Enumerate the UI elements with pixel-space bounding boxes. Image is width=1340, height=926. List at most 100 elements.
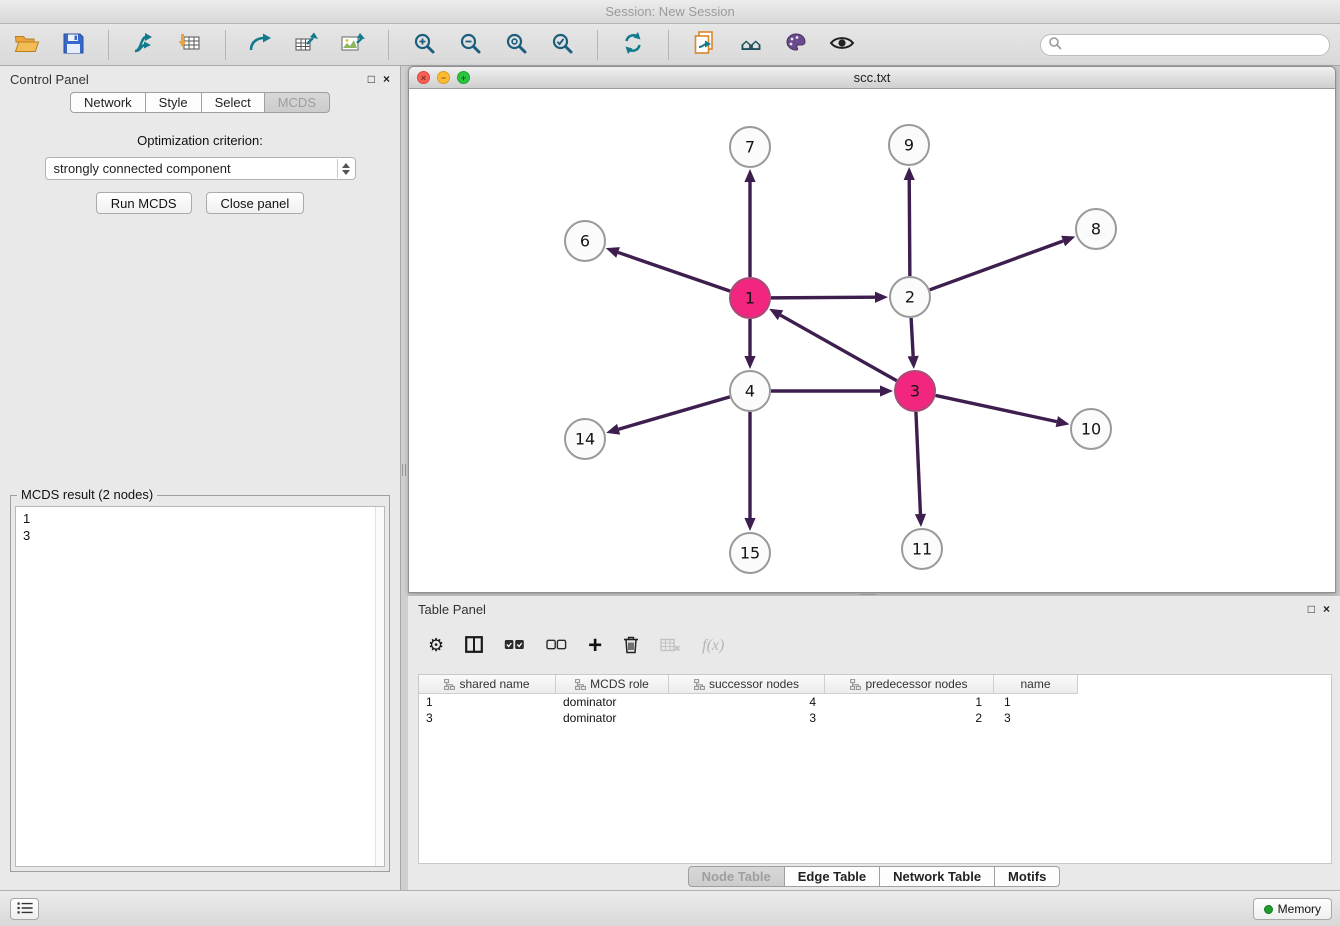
memory-status-icon [1264, 905, 1273, 914]
apply-style-button[interactable] [781, 30, 811, 60]
tab-node-table[interactable]: Node Table [688, 866, 785, 887]
column-label: MCDS role [590, 677, 649, 691]
cell-mcds-role[interactable]: dominator [556, 710, 669, 726]
app-titlebar[interactable]: Session: New Session [0, 0, 1340, 24]
tab-mcds[interactable]: MCDS [265, 92, 330, 113]
graph-edge-2-3[interactable] [911, 318, 913, 356]
criterion-selected-value: strongly connected component [54, 161, 231, 176]
table-row[interactable]: 3 dominator 3 2 3 [419, 710, 1331, 726]
graph-edge-1-6[interactable] [618, 252, 730, 291]
column-header-predecessor-nodes[interactable]: predecessor nodes [825, 675, 994, 694]
cell-successor-nodes[interactable]: 4 [669, 694, 825, 710]
cell-shared-name[interactable]: 1 [419, 694, 556, 710]
cell-predecessor-nodes[interactable]: 2 [825, 710, 994, 726]
close-panel-button[interactable]: Close panel [206, 192, 305, 214]
zoom-fit-button[interactable] [501, 30, 531, 60]
mcds-result-list[interactable]: 1 3 [15, 506, 385, 867]
cell-name[interactable]: 1 [994, 694, 1078, 710]
import-table-button[interactable] [175, 30, 205, 60]
show-console-button[interactable] [10, 898, 39, 920]
cell-mcds-role[interactable]: dominator [556, 694, 669, 710]
network-canvas[interactable]: 7968124314101511 [409, 89, 1335, 592]
graph-edge-1-2[interactable] [771, 297, 875, 298]
show-columns-button[interactable] [465, 636, 483, 656]
copy-view-button[interactable] [689, 30, 719, 60]
create-column-button[interactable]: + [588, 636, 602, 656]
column-header-shared-name[interactable]: shared name [419, 675, 556, 694]
mcds-result-item: 1 [23, 510, 384, 527]
zoom-in-button[interactable] [409, 30, 439, 60]
delete-column-button[interactable] [623, 635, 639, 657]
mcds-result-title: MCDS result (2 nodes) [17, 487, 157, 502]
export-table-button[interactable] [292, 30, 322, 60]
column-header-mcds-role[interactable]: MCDS role [556, 675, 669, 694]
graph-edge-arrowhead-icon [904, 167, 915, 180]
control-panel: Control Panel □ × Network Style Select M… [0, 66, 401, 890]
search-icon [1048, 36, 1062, 53]
graph-node-label: 8 [1091, 220, 1101, 239]
cell-predecessor-nodes[interactable]: 1 [825, 694, 994, 710]
search-input[interactable] [1066, 36, 1329, 54]
zoom-out-button[interactable] [455, 30, 485, 60]
criterion-dropdown[interactable]: strongly connected component [45, 157, 356, 180]
cell-successor-nodes[interactable]: 3 [669, 710, 825, 726]
home-view-button[interactable]: ⌂⌂ [735, 30, 765, 60]
control-panel-tabs: Network Style Select MCDS [0, 92, 400, 113]
tab-select[interactable]: Select [202, 92, 265, 113]
graph-edge-3-11[interactable] [916, 412, 921, 514]
memory-button[interactable]: Memory [1253, 898, 1332, 920]
graph-edge-2-8[interactable] [930, 241, 1063, 290]
dropdown-stepper-icon [337, 159, 354, 178]
workspace-region: × − + scc.txt 7968124314101511 Table Pan… [408, 66, 1340, 890]
refresh-button[interactable] [618, 30, 648, 60]
graph-edge-4-14[interactable] [619, 397, 730, 429]
network-window-titlebar[interactable]: × − + scc.txt [409, 67, 1335, 89]
node-table: shared name MCDS role successor nodes pr… [418, 674, 1332, 864]
show-hide-button[interactable] [827, 30, 857, 60]
select-all-columns-button[interactable] [504, 638, 525, 654]
tab-style[interactable]: Style [146, 92, 202, 113]
close-panel-icon[interactable]: × [383, 73, 390, 85]
graph-node-label: 15 [740, 544, 760, 563]
graph-edge-2-9[interactable] [909, 180, 910, 276]
floppy-disk-icon [62, 32, 85, 58]
vertical-splitter[interactable] [401, 66, 408, 890]
style-palette-icon [784, 31, 808, 58]
zoom-selected-button[interactable] [547, 30, 577, 60]
window-close-button[interactable]: × [417, 71, 430, 84]
table-settings-button[interactable]: ⚙ [428, 637, 444, 655]
window-minimize-button[interactable]: − [437, 71, 450, 84]
open-session-button[interactable] [12, 30, 42, 60]
graph-edge-arrowhead-icon [875, 292, 888, 303]
column-header-name[interactable]: name [994, 675, 1078, 694]
tab-network-table[interactable]: Network Table [880, 866, 995, 887]
table-row[interactable]: 1 dominator 4 1 1 [419, 694, 1331, 710]
export-image-button[interactable] [338, 30, 368, 60]
save-session-button[interactable] [58, 30, 88, 60]
column-header-successor-nodes[interactable]: successor nodes [669, 675, 825, 694]
column-label: successor nodes [709, 677, 799, 691]
tab-network[interactable]: Network [70, 92, 146, 113]
column-label: name [1020, 677, 1050, 691]
graph-edge-3-10[interactable] [936, 395, 1057, 421]
cell-name[interactable]: 3 [994, 710, 1078, 726]
import-network-button[interactable] [129, 30, 159, 60]
graph-edge-arrowhead-icon [1061, 236, 1075, 247]
tab-edge-table[interactable]: Edge Table [785, 866, 880, 887]
search-field[interactable] [1040, 34, 1330, 56]
graph-edge-arrowhead-icon [744, 518, 755, 531]
float-table-panel-icon[interactable]: □ [1308, 603, 1315, 615]
deselect-all-columns-button[interactable] [546, 638, 567, 654]
cell-shared-name[interactable]: 3 [419, 710, 556, 726]
network-svg[interactable]: 7968124314101511 [409, 89, 1335, 592]
window-zoom-button[interactable]: + [457, 71, 470, 84]
float-panel-icon[interactable]: □ [368, 73, 375, 85]
run-mcds-button[interactable]: Run MCDS [96, 192, 192, 214]
result-scrollbar[interactable] [375, 507, 384, 866]
column-label: predecessor nodes [865, 677, 967, 691]
graph-edge-3-1[interactable] [780, 315, 896, 381]
graph-node-label: 1 [745, 289, 755, 308]
tab-motifs[interactable]: Motifs [995, 866, 1060, 887]
export-network-button[interactable] [246, 30, 276, 60]
close-table-panel-icon[interactable]: × [1323, 603, 1330, 615]
